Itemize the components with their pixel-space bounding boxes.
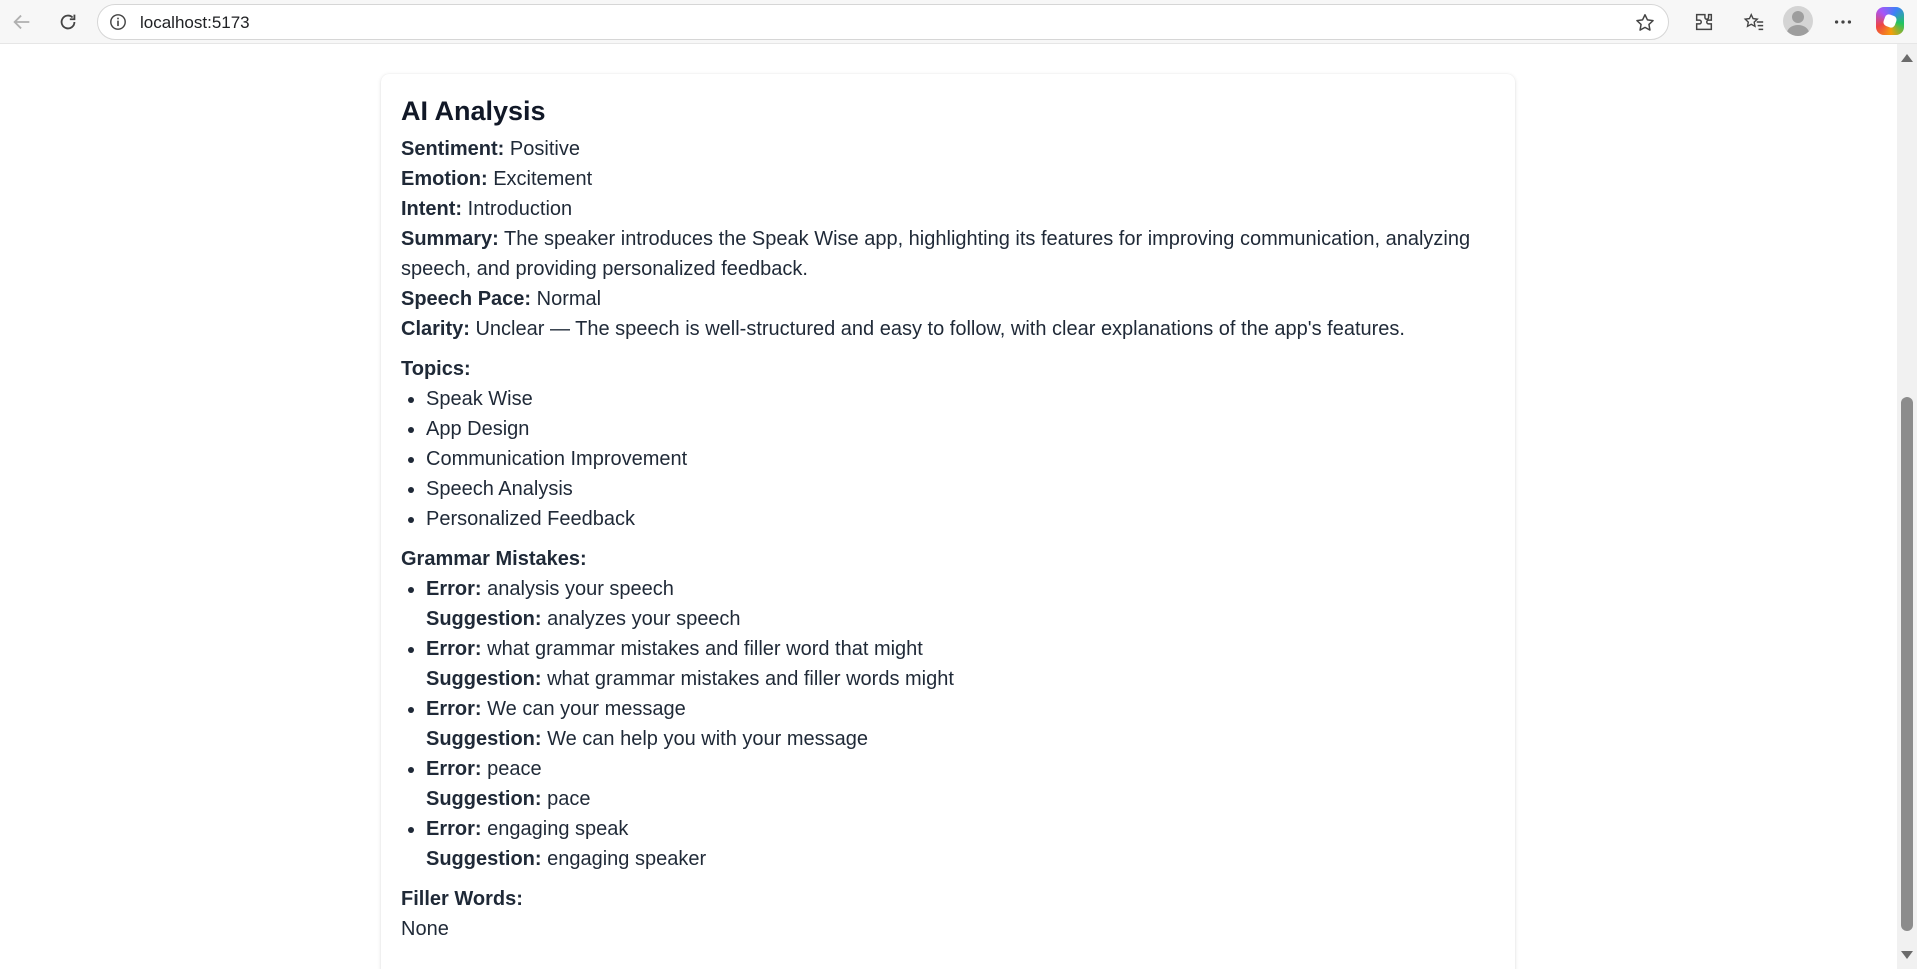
browser-toolbar: localhost:5173 (0, 0, 1917, 44)
reload-icon[interactable] (52, 6, 84, 38)
favorite-star-icon[interactable] (1634, 12, 1656, 34)
grammar-item: Error: engaging speak Suggestion: engagi… (426, 814, 1491, 874)
grammar-item: Error: peace Suggestion: pace (426, 754, 1491, 814)
vertical-scrollbar[interactable] (1897, 44, 1917, 969)
back-icon[interactable] (6, 6, 38, 38)
grammar-item: Error: We can your message Suggestion: W… (426, 694, 1491, 754)
suggestion-text: what grammar mistakes and filler words m… (547, 668, 954, 690)
scroll-thumb[interactable] (1901, 397, 1913, 931)
address-bar[interactable]: localhost:5173 (97, 4, 1669, 40)
suggestion-text: We can help you with your message (547, 728, 868, 750)
site-info-icon[interactable] (109, 13, 127, 31)
copilot-icon[interactable] (1876, 7, 1904, 35)
topics-list: Speak Wise App Design Communication Impr… (401, 384, 1491, 534)
scroll-up-arrow-icon[interactable] (1901, 54, 1913, 62)
suggestion-text: analyzes your speech (547, 608, 740, 630)
clarity-value: Unclear — The speech is well-structured … (475, 318, 1405, 340)
error-text: We can your message (487, 698, 686, 720)
topic-item: Communication Improvement (426, 444, 1491, 474)
more-options-icon[interactable] (1827, 6, 1859, 38)
error-text: analysis your speech (487, 578, 674, 600)
summary-row: Summary: The speaker introduces the Spea… (401, 224, 1491, 284)
topic-item: Personalized Feedback (426, 504, 1491, 534)
scroll-down-arrow-icon[interactable] (1901, 951, 1913, 959)
speech-pace-row: Speech Pace: Normal (401, 284, 1491, 314)
speech-pace-value: Normal (537, 288, 601, 310)
emotion-value: Excitement (493, 168, 592, 190)
filler-words-value: None (401, 914, 1491, 944)
emotion-row: Emotion: Excitement (401, 164, 1491, 194)
extensions-icon[interactable] (1688, 6, 1720, 38)
topics-heading: Topics: (401, 354, 1491, 384)
error-text: peace (487, 758, 542, 780)
error-text: engaging speak (487, 818, 628, 840)
error-text: what grammar mistakes and filler word th… (487, 638, 923, 660)
analysis-card: AI Analysis Sentiment: Positive Emotion:… (381, 74, 1515, 969)
suggestion-text: pace (547, 788, 590, 810)
intent-row: Intent: Introduction (401, 194, 1491, 224)
topic-item: Speak Wise (426, 384, 1491, 414)
clarity-row: Clarity: Unclear — The speech is well-st… (401, 314, 1491, 344)
grammar-item: Error: analysis your speech Suggestion: … (426, 574, 1491, 634)
topic-item: Speech Analysis (426, 474, 1491, 504)
profile-avatar[interactable] (1783, 6, 1813, 36)
grammar-item: Error: what grammar mistakes and filler … (426, 634, 1491, 694)
sentiment-row: Sentiment: Positive (401, 134, 1491, 164)
favorites-icon[interactable] (1738, 6, 1770, 38)
sentiment-value: Positive (510, 138, 580, 160)
topic-item: App Design (426, 414, 1491, 444)
summary-value: The speaker introduces the Speak Wise ap… (401, 228, 1470, 280)
grammar-list: Error: analysis your speech Suggestion: … (401, 574, 1491, 874)
filler-words-heading: Filler Words: (401, 884, 1491, 914)
page-viewport: AI Analysis Sentiment: Positive Emotion:… (0, 44, 1917, 969)
intent-value: Introduction (468, 198, 573, 220)
url-text: localhost:5173 (140, 13, 250, 33)
suggestion-text: engaging speaker (547, 848, 706, 870)
grammar-heading: Grammar Mistakes: (401, 544, 1491, 574)
analysis-title: AI Analysis (401, 94, 1491, 128)
